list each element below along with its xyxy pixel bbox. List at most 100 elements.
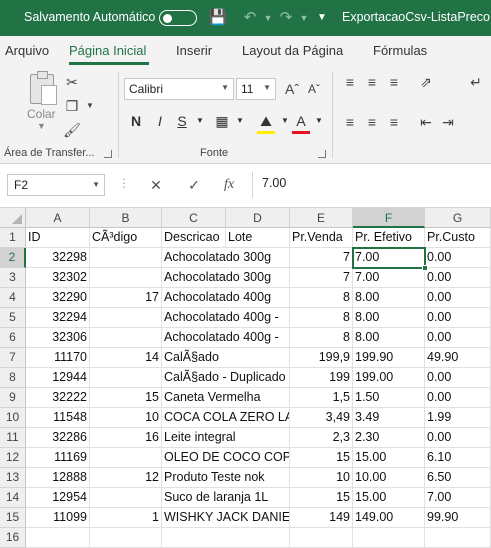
underline-button[interactable]: S xyxy=(173,111,191,131)
cell-a15[interactable]: 11099 xyxy=(26,508,90,528)
cell-a14[interactable]: 12954 xyxy=(26,488,90,508)
row-header[interactable]: 8 xyxy=(0,368,26,388)
font-launcher-icon[interactable] xyxy=(318,150,326,158)
cell-e15[interactable]: 149 xyxy=(290,508,353,528)
cell-c5[interactable]: Achocolatado 400g - xyxy=(162,308,290,328)
cell-c2[interactable]: Achocolatado 300g xyxy=(162,248,290,268)
row-header[interactable]: 7 xyxy=(0,348,26,368)
cut-icon[interactable]: ✂ xyxy=(62,72,82,92)
insert-function-icon[interactable]: fx xyxy=(216,174,242,196)
align-center-icon[interactable]: ≡ xyxy=(362,112,382,132)
paste-label[interactable]: Colar xyxy=(27,107,56,121)
fill-handle[interactable] xyxy=(422,265,428,271)
column-header-b[interactable]: B xyxy=(90,208,162,228)
cell-a1[interactable]: ID xyxy=(26,228,90,248)
font-size-select[interactable]: 11 ▼ xyxy=(236,78,276,100)
align-right-icon[interactable]: ≡ xyxy=(384,112,404,132)
row-header[interactable]: 14 xyxy=(0,488,26,508)
cell-a6[interactable]: 32306 xyxy=(26,328,90,348)
cell-b15[interactable]: 1 xyxy=(90,508,162,528)
wrap-text-icon[interactable]: ↵ xyxy=(466,72,486,92)
select-all-button[interactable] xyxy=(0,208,26,228)
clipboard-launcher-icon[interactable] xyxy=(104,150,112,158)
cell-c7[interactable]: CalÃ§ado xyxy=(162,348,290,368)
cell-c15[interactable]: WISHKY JACK DANIEL xyxy=(162,508,290,528)
cell-f6[interactable]: 8.00 xyxy=(353,328,425,348)
row-header[interactable]: 9 xyxy=(0,388,26,408)
row-header[interactable]: 10 xyxy=(0,408,26,428)
cell-a16[interactable] xyxy=(26,528,90,548)
row-header[interactable]: 13 xyxy=(0,468,26,488)
cell-f12[interactable]: 15.00 xyxy=(353,448,425,468)
font-color-icon[interactable]: A xyxy=(292,111,310,131)
cell-b8[interactable] xyxy=(90,368,162,388)
row-header[interactable]: 2 xyxy=(0,248,26,268)
cell-a2[interactable]: 32298 xyxy=(26,248,90,268)
cell-a11[interactable]: 32286 xyxy=(26,428,90,448)
cell-f14[interactable]: 15.00 xyxy=(353,488,425,508)
cell-g10[interactable]: 1.99 xyxy=(425,408,491,428)
row-header[interactable]: 4 xyxy=(0,288,26,308)
cell-g9[interactable]: 0.00 xyxy=(425,388,491,408)
cell-e12[interactable]: 15 xyxy=(290,448,353,468)
cell-b16[interactable] xyxy=(90,528,162,548)
tab-formulas[interactable]: Fórmulas xyxy=(373,43,427,58)
cell-a12[interactable]: 11169 xyxy=(26,448,90,468)
decrease-indent-icon[interactable]: ⇤ xyxy=(416,112,436,132)
fill-color-icon[interactable]: ⛰ xyxy=(257,111,275,131)
cell-e13[interactable]: 10 xyxy=(290,468,353,488)
font-color-dropdown-icon[interactable]: ▼ xyxy=(310,111,328,131)
cell-c6[interactable]: Achocolatado 400g - xyxy=(162,328,290,348)
undo-icon[interactable]: ↶ xyxy=(240,8,260,28)
row-header[interactable]: 6 xyxy=(0,328,26,348)
cell-g1[interactable]: Pr.Custo xyxy=(425,228,491,248)
cell-c10[interactable]: COCA COLA ZERO LAT xyxy=(162,408,290,428)
cell-b5[interactable] xyxy=(90,308,162,328)
cell-b11[interactable]: 16 xyxy=(90,428,162,448)
column-header-g[interactable]: G xyxy=(425,208,491,228)
align-bottom-icon[interactable]: ≡ xyxy=(384,72,404,92)
cell-f10[interactable]: 3.49 xyxy=(353,408,425,428)
cell-f4[interactable]: 8.00 xyxy=(353,288,425,308)
align-left-icon[interactable]: ≡ xyxy=(340,112,360,132)
cell-b10[interactable]: 10 xyxy=(90,408,162,428)
cell-c4[interactable]: Achocolatado 400g xyxy=(162,288,290,308)
cell-a7[interactable]: 11170 xyxy=(26,348,90,368)
cell-g14[interactable]: 7.00 xyxy=(425,488,491,508)
cell-g12[interactable]: 6.10 xyxy=(425,448,491,468)
cell-e9[interactable]: 1,5 xyxy=(290,388,353,408)
cell-g15[interactable]: 99.90 xyxy=(425,508,491,528)
row-header[interactable]: 16 xyxy=(0,528,26,548)
row-header[interactable]: 3 xyxy=(0,268,26,288)
cell-f1[interactable]: Pr. Efetivo xyxy=(353,228,425,248)
cell-b4[interactable]: 17 xyxy=(90,288,162,308)
cell-g13[interactable]: 6.50 xyxy=(425,468,491,488)
tab-layout-da-pagina[interactable]: Layout da Página xyxy=(242,43,343,58)
customize-toolbar-icon[interactable]: ▼ xyxy=(312,8,332,28)
italic-button[interactable]: I xyxy=(151,111,169,131)
cell-e2[interactable]: 7 xyxy=(290,248,353,268)
column-header-d[interactable]: D xyxy=(226,208,290,228)
increase-indent-icon[interactable]: ⇥ xyxy=(438,112,458,132)
cell-f8[interactable]: 199.00 xyxy=(353,368,425,388)
cell-f2[interactable]: 7.00 xyxy=(353,248,425,268)
cell-f15[interactable]: 149.00 xyxy=(353,508,425,528)
cell-a13[interactable]: 12888 xyxy=(26,468,90,488)
column-header-e[interactable]: E xyxy=(290,208,353,228)
tab-inserir[interactable]: Inserir xyxy=(176,43,212,58)
format-painter-icon[interactable]: 🖌 xyxy=(62,120,82,140)
save-icon[interactable]: 💾 xyxy=(208,8,228,28)
cell-e3[interactable]: 7 xyxy=(290,268,353,288)
cell-c3[interactable]: Achocolatado 300g xyxy=(162,268,290,288)
cell-g4[interactable]: 0.00 xyxy=(425,288,491,308)
cell-g6[interactable]: 0.00 xyxy=(425,328,491,348)
cell-e16[interactable] xyxy=(290,528,353,548)
cell-b12[interactable] xyxy=(90,448,162,468)
name-box[interactable]: F2 ▼ xyxy=(7,174,105,196)
copy-dropdown-icon[interactable]: ▼ xyxy=(80,96,100,116)
redo-icon[interactable]: ↷ xyxy=(276,8,296,28)
formula-input[interactable]: 7.00 xyxy=(262,176,286,190)
cell-e1[interactable]: Pr.Venda xyxy=(290,228,353,248)
cell-a9[interactable]: 32222 xyxy=(26,388,90,408)
row-header[interactable]: 5 xyxy=(0,308,26,328)
